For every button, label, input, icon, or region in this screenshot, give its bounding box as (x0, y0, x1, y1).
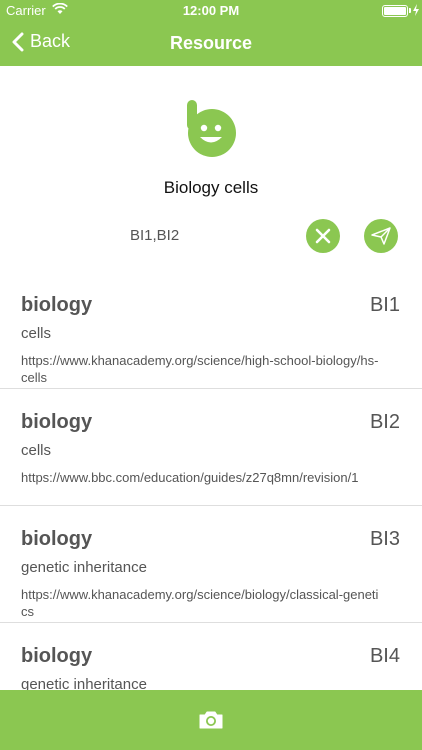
status-time: 12:00 PM (182, 3, 240, 18)
item-topic: cells (21, 442, 52, 459)
item-subject: biology (21, 294, 93, 316)
item-url[interactable]: https://www.bbc.com/education/guides/z27… (21, 469, 401, 486)
battery-icon (382, 5, 408, 17)
charging-icon (412, 4, 420, 19)
clear-button[interactable] (306, 219, 340, 253)
item-subject: biology (21, 528, 93, 550)
list-item[interactable]: biology BI2 cells https://www.bbc.com/ed… (0, 389, 422, 506)
navigation-bar: Back Resource (0, 20, 422, 66)
resource-header: Biology cells BI1,BI2 (0, 66, 422, 272)
bottom-toolbar (0, 690, 422, 750)
item-code: BI1 (369, 294, 400, 316)
item-topic: genetic inheritance (21, 676, 147, 690)
item-subject: biology (21, 411, 93, 433)
item-topic: genetic inheritance (21, 559, 147, 576)
status-bar: Carrier 12:00 PM (0, 0, 422, 20)
item-url[interactable]: https://www.khanacademy.org/science/high… (21, 352, 401, 386)
page-title: Resource (169, 33, 253, 53)
camera-icon (199, 711, 223, 729)
item-url[interactable]: https://www.khanacademy.org/science/biol… (21, 586, 401, 620)
paper-plane-icon (371, 227, 391, 245)
item-code: BI3 (369, 528, 400, 550)
close-icon (315, 228, 331, 244)
item-topic: cells (21, 325, 52, 342)
resource-title: Biology cells (163, 178, 259, 197)
list-item[interactable]: biology BI4 genetic inheritance (0, 623, 422, 690)
battery-tip (409, 8, 411, 13)
logo-b-icon (186, 100, 236, 163)
list-item[interactable]: biology BI3 genetic inheritance https://… (0, 506, 422, 623)
item-subject: biology (21, 645, 93, 667)
resource-tags: BI1,BI2 (130, 227, 180, 244)
camera-button[interactable] (198, 710, 224, 730)
item-code: BI4 (369, 645, 400, 667)
list-item[interactable]: biology BI1 cells https://www.khanacadem… (0, 272, 422, 389)
item-code: BI2 (369, 411, 400, 433)
send-button[interactable] (364, 219, 398, 253)
resource-list[interactable]: biology BI1 cells https://www.khanacadem… (0, 272, 422, 690)
